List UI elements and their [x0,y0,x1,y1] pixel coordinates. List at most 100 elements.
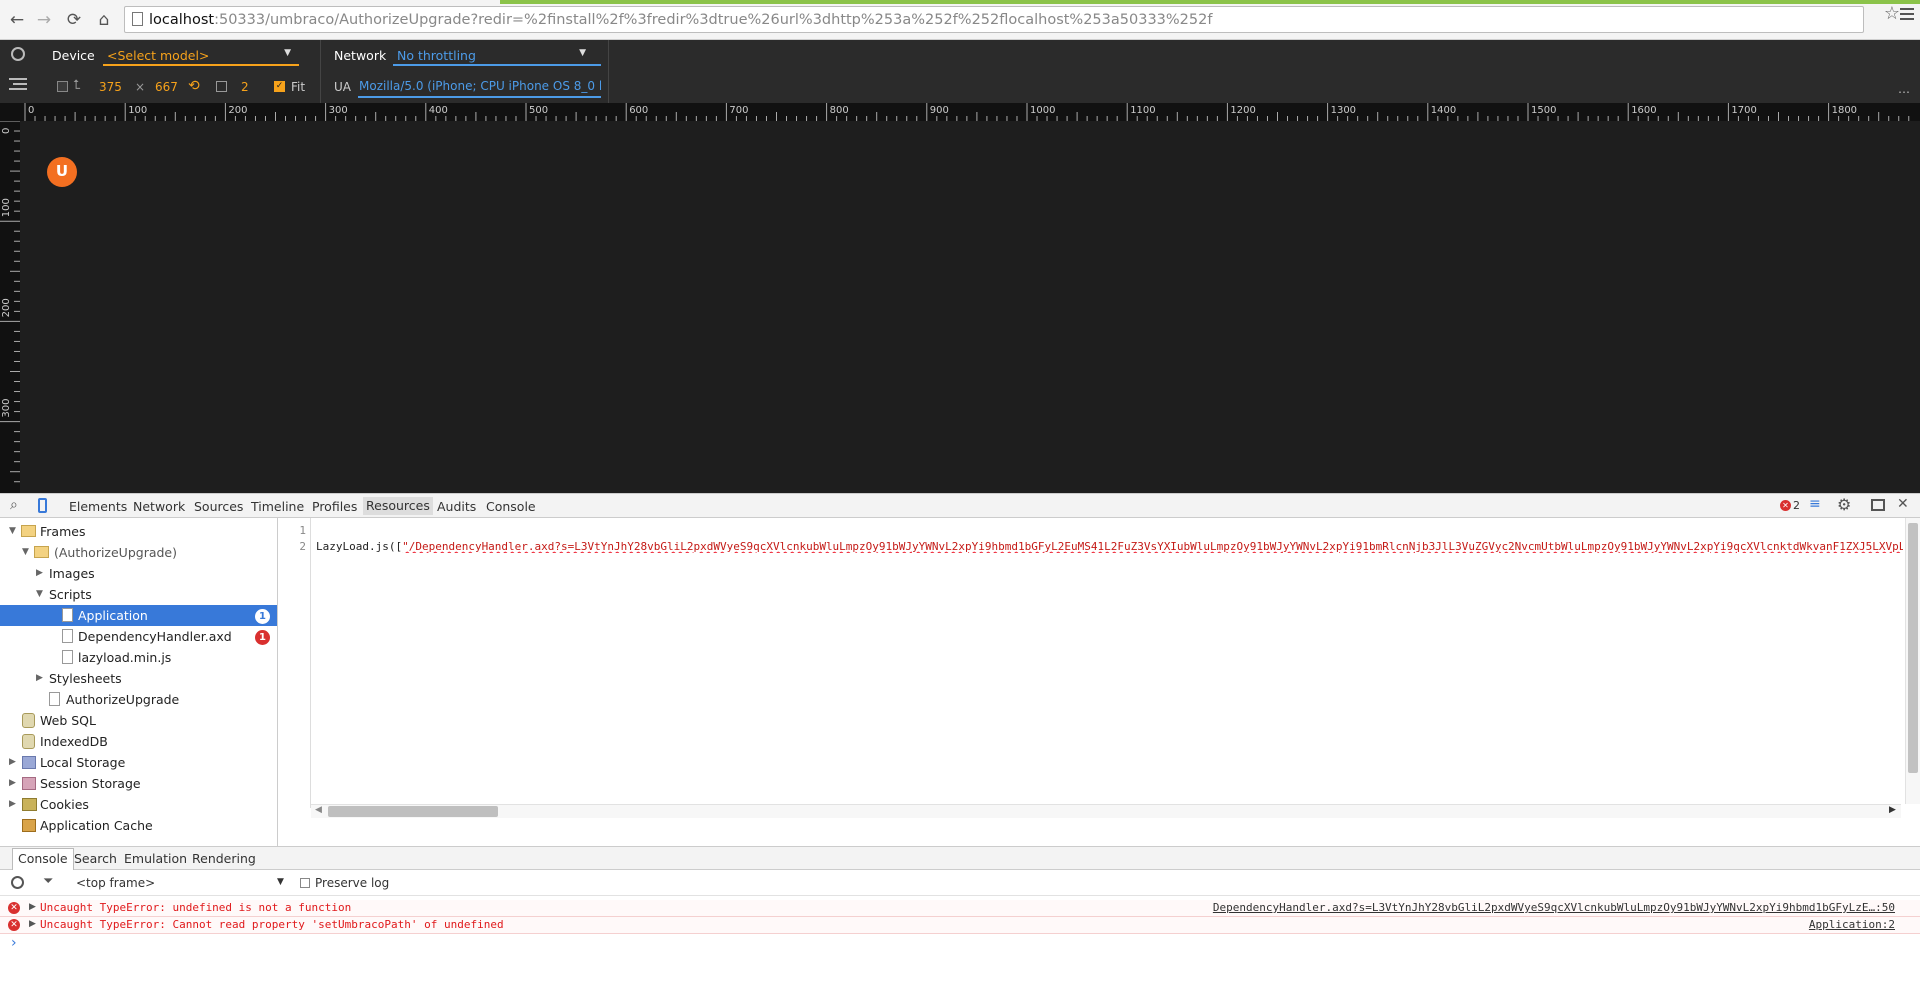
drawer-tab-console[interactable]: Console [12,848,74,870]
folder-icon [21,525,36,537]
tree-script-dependencyhandler[interactable]: DependencyHandler.axd 1 [0,626,277,647]
swap-dimensions-icon[interactable]: ⟲ [188,78,200,94]
more-options-icon[interactable]: … [1898,82,1910,96]
tree-frames[interactable]: ▼ Frames [0,521,277,542]
source-viewer[interactable]: 1 2 LazyLoad.js(["/DependencyHandler.axd… [279,518,1920,846]
tree-local-storage[interactable]: ▶ Local Storage [0,752,277,773]
console-input-area[interactable] [0,956,1920,990]
collapsed-triangle-icon[interactable]: ▶ [9,773,16,794]
preserve-log-checkbox[interactable] [300,878,310,888]
inspect-element-icon[interactable]: ⌕ [10,497,18,513]
tab-audits[interactable]: Audits [437,499,476,514]
tree-app-cache[interactable]: Application Cache [0,815,277,836]
clear-console-icon[interactable] [11,876,24,889]
emulated-viewport[interactable] [20,121,1920,493]
tab-sources[interactable]: Sources [194,499,243,514]
ruler-label: 200 [228,105,247,116]
scroll-left-icon[interactable]: ◀ [315,805,322,815]
preserve-log-label: Preserve log [315,876,390,890]
ruler-ticks: 0 100 200 300 400 500 600 700 800 900 1000 1100 1200… [24,103,1910,121]
tab-network[interactable]: Network [133,499,185,514]
error-icon[interactable]: ✕ [1780,500,1791,511]
frame-select[interactable]: <top frame> [76,876,155,890]
drawer-tab-search[interactable]: Search [74,851,117,866]
horizontal-scroll-thumb[interactable] [328,806,498,817]
collapsed-triangle-icon[interactable]: ▶ [9,794,16,815]
reload-icon[interactable]: ⟳ [63,9,85,31]
chrome-menu-icon[interactable] [1900,8,1914,23]
tab-console[interactable]: Console [486,499,536,514]
tree-websql[interactable]: Web SQL [0,710,277,731]
expand-triangle-icon[interactable]: ▼ [36,584,43,605]
tree-script-lazyload[interactable]: lazyload.min.js [0,647,277,668]
tab-timeline[interactable]: Timeline [251,499,304,514]
tree-document[interactable]: AuthorizeUpgrade [0,689,277,710]
ruler-label: 1500 [1531,105,1556,116]
drawer-tab-rendering[interactable]: Rendering [192,851,256,866]
close-icon[interactable]: ✕ [1897,496,1909,512]
height-field[interactable]: 667 [155,80,178,94]
bookmark-star-icon[interactable]: ☆ [1884,3,1900,24]
code-line[interactable]: LazyLoad.js(["/DependencyHandler.axd?s=L… [316,540,1903,553]
tab-resources[interactable]: Resources [363,497,433,515]
device-mode-toolbar: Device <Select model> ▼ Network No throt… [0,40,1920,103]
cookie-icon [22,798,37,811]
home-icon[interactable]: ⌂ [93,9,115,31]
dpr-field[interactable]: 2 [241,80,249,94]
address-bar[interactable]: localhost:50333/umbraco/AuthorizeUpgrade… [124,6,1864,33]
collapsed-triangle-icon[interactable]: ▶ [9,752,16,773]
device-mode-off-icon[interactable] [11,47,25,61]
ruler-label: 0 [1,128,12,134]
tree-label: DependencyHandler.axd [78,629,232,644]
file-icon [62,608,73,622]
settings-gear-icon[interactable]: ⚙ [1837,495,1851,514]
tree-images[interactable]: ▶ Images [0,563,277,584]
console-toolbar: ⏷ <top frame> ▼ Preserve log [0,870,1920,896]
ruler-label: 100 [1,198,12,217]
forward-arrow-icon[interactable]: → [33,9,55,31]
collapsed-triangle-icon[interactable]: ▶ [36,668,43,689]
scroll-right-icon[interactable]: ▶ [1889,805,1896,815]
tree-indexeddb[interactable]: IndexedDB [0,731,277,752]
tree-stylesheets[interactable]: ▶ Stylesheets [0,668,277,689]
tree-script-application[interactable]: Application 1 [0,605,277,626]
tree-cookies[interactable]: ▶ Cookies [0,794,277,815]
console-drawer-icon[interactable]: ≡ [1809,496,1821,512]
tree-session-storage[interactable]: ▶ Session Storage [0,773,277,794]
device-select[interactable]: <Select model> ▼ [103,45,299,66]
width-field[interactable]: 375 [99,80,122,94]
dock-side-icon[interactable] [1871,499,1885,511]
console-error-row[interactable]: ✕ ▶ Uncaught TypeError: Cannot read prop… [0,917,1920,934]
devtools-tabbar: ⌕ Elements Network Sources Timeline Profiles… [0,493,1920,518]
console-error-row[interactable]: ✕ ▶ Uncaught TypeError: undefined is not… [0,900,1920,917]
back-arrow-icon[interactable]: ← [6,9,28,31]
device-checkbox[interactable] [57,81,68,92]
url-path: :50333/umbraco/AuthorizeUpgrade?redir=%2… [214,12,1213,28]
tree-frame[interactable]: ▼ (AuthorizeUpgrade) [0,542,277,563]
user-agent-field[interactable]: Mozilla/5.0 (iPhone; CPU iPhone OS 8_0 l… [358,76,601,98]
expand-triangle-icon[interactable]: ▶ [29,902,36,912]
collapsed-triangle-icon[interactable]: ▶ [36,563,43,584]
error-source-link[interactable]: DependencyHandler.axd?s=L3VtYnJhY28vbGli… [1213,901,1895,914]
filter-icon[interactable]: ⏷ [43,874,53,889]
expand-triangle-icon[interactable]: ▼ [22,542,29,563]
device-mode-icon[interactable] [38,498,47,513]
horizontal-scrollbar[interactable] [311,804,1901,818]
expand-triangle-icon[interactable]: ▼ [9,521,16,542]
chevron-down-icon[interactable]: ▼ [277,877,284,887]
error-source-link[interactable]: Application:2 [1809,918,1895,931]
console-prompt[interactable]: › [11,935,17,951]
error-message: Uncaught TypeError: Cannot read property… [40,918,504,931]
tree-label: Web SQL [40,713,96,728]
tab-elements[interactable]: Elements [69,499,127,514]
fit-checkbox[interactable]: ✓ [274,81,285,92]
tab-profiles[interactable]: Profiles [312,499,357,514]
tree-scripts[interactable]: ▼ Scripts [0,584,277,605]
network-select[interactable]: No throttling ▼ [393,45,601,66]
vertical-ruler-ticks: 0 100 200 300 [0,120,20,483]
vertical-scroll-thumb[interactable] [1908,523,1918,773]
error-count[interactable]: 2 [1793,499,1800,512]
toolbar-divider [320,40,321,103]
expand-triangle-icon[interactable]: ▶ [29,919,36,929]
drawer-tab-emulation[interactable]: Emulation [124,851,187,866]
